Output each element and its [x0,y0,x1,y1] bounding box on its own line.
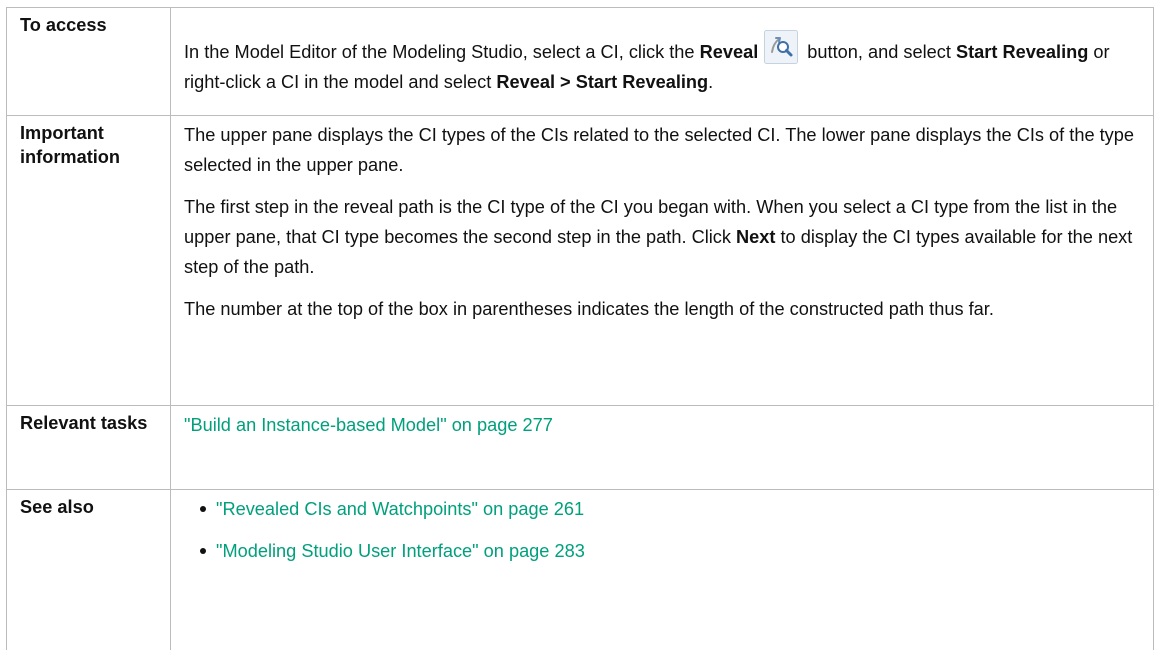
row-content: In the Model Editor of the Modeling Stud… [170,7,1154,116]
row-important-information: Important information The upper pane dis… [6,115,1154,406]
paragraph: The number at the top of the box in pare… [184,299,994,319]
row-label: To access [6,7,171,116]
paragraph: The first step in the reveal path is the… [184,192,1143,282]
row-content: The upper pane displays the CI types of … [170,115,1154,406]
row-relevant-tasks: Relevant tasks "Build an Instance-based … [6,405,1154,490]
info-table: To access In the Model Editor of the Mod… [6,7,1154,650]
row-to-access: To access In the Model Editor of the Mod… [6,7,1154,116]
access-paragraph: In the Model Editor of the Modeling Stud… [184,30,1143,97]
list-item: "Revealed CIs and Watchpoints" on page 2… [184,494,1143,524]
build-model-link[interactable]: "Build an Instance-based Model" on page … [184,415,553,435]
list-item: "Modeling Studio User Interface" on page… [184,536,1143,566]
revealed-cis-link[interactable]: "Revealed CIs and Watchpoints" on page 2… [216,499,584,519]
bullet-icon [200,506,206,512]
text-segment: In the Model Editor of the Modeling Stud… [184,42,700,62]
reveal-icon [764,30,799,64]
menu-path-bold: Reveal > Start Revealing [496,72,709,92]
see-also-list: "Revealed CIs and Watchpoints" on page 2… [184,494,1143,566]
bullet-icon [200,548,206,554]
text-segment: . [708,72,714,92]
row-content: "Build an Instance-based Model" on page … [170,405,1154,490]
modeling-studio-ui-link[interactable]: "Modeling Studio User Interface" on page… [216,541,585,561]
paragraph: The upper pane displays the CI types of … [184,125,1134,175]
row-label: Important information [6,115,171,406]
next-bold: Next [736,227,776,247]
row-label: Relevant tasks [6,405,171,490]
row-content: "Revealed CIs and Watchpoints" on page 2… [170,489,1154,650]
reveal-bold: Reveal [699,42,759,62]
row-label: See also [6,489,171,650]
start-revealing-bold: Start Revealing [955,42,1089,62]
row-see-also: See also "Revealed CIs and Watchpoints" … [6,489,1154,650]
text-segment: button, and select [802,42,956,62]
